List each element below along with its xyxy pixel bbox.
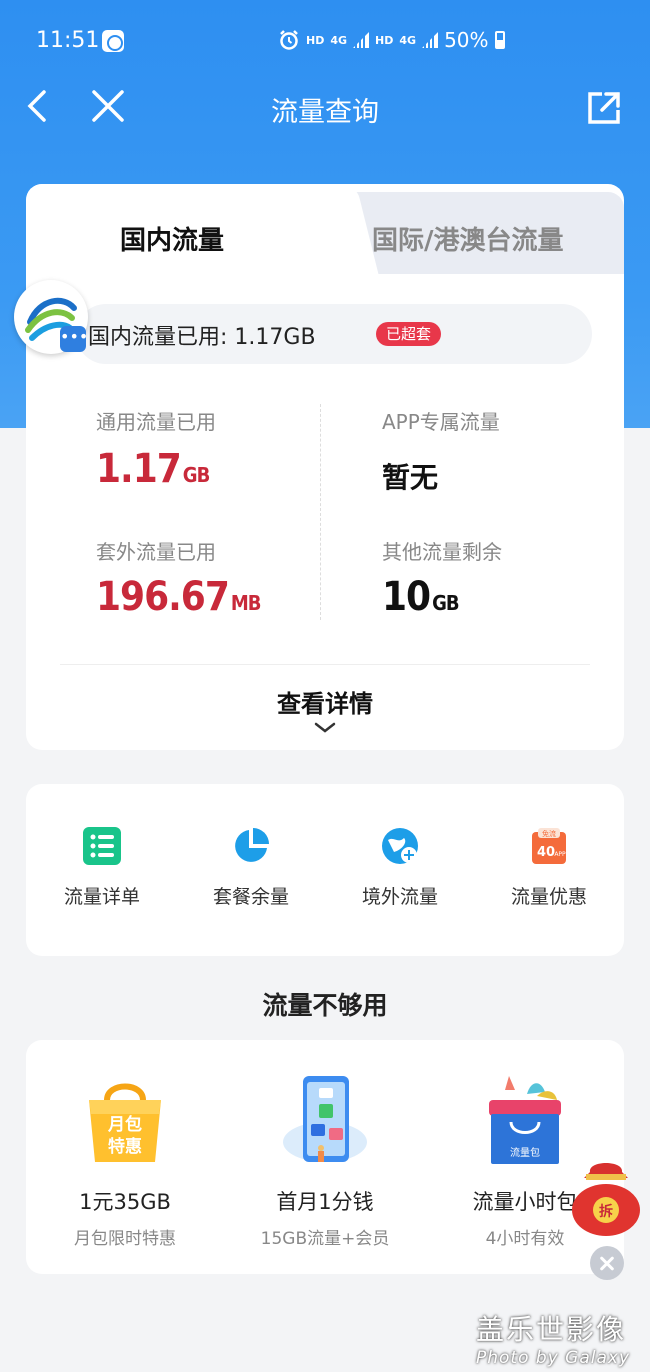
- general-used-number: 1.17: [96, 446, 182, 492]
- shortcut-roaming[interactable]: 境外流量: [340, 826, 460, 909]
- red-packet-button[interactable]: 拆: [568, 1154, 644, 1238]
- signal-icon-2: [422, 32, 439, 48]
- general-used-unit: GB: [182, 463, 211, 487]
- red-packet-icon: 拆: [572, 1163, 640, 1236]
- tab-international-label[interactable]: 国际/港澳台流量: [372, 220, 564, 257]
- extra-used-value: 196.67 MB: [96, 574, 261, 620]
- discount-icon-main-text: 40: [537, 845, 555, 860]
- watermark: 盖乐世影像 Photo by Galaxy: [476, 1308, 646, 1368]
- close-popup-icon[interactable]: [590, 1246, 624, 1280]
- app-exclusive-value: 暂无: [382, 461, 439, 494]
- chat-icon[interactable]: •••: [60, 326, 88, 352]
- battery-percent: 50%: [444, 28, 489, 52]
- shortcut-data-offers[interactable]: 免流 40 APP 流量优惠: [489, 826, 609, 909]
- other-remaining-value: 10 GB: [382, 574, 460, 620]
- general-used-label: 通用流量已用: [96, 410, 216, 434]
- offer-desc: 15GB流量+会员: [260, 1229, 390, 1249]
- shortcut-label: 流量详单: [63, 886, 140, 908]
- phone-apps-icon: [275, 1070, 375, 1170]
- view-details-button[interactable]: 查看详情: [0, 684, 650, 719]
- alarm-icon: [280, 30, 298, 50]
- usage-summary: 国内流量已用: 1.17GB 已超套: [76, 304, 592, 364]
- pie-chart-icon: [231, 826, 271, 866]
- nav-bar: 流量查询: [0, 80, 650, 136]
- status-badge: 已超套: [376, 322, 442, 346]
- stats-divider: [320, 404, 321, 620]
- usage-summary-text: 国内流量已用: 1.17GB: [88, 325, 316, 350]
- page-title: 流量查询: [271, 97, 379, 128]
- section-title: 流量不够用: [262, 991, 388, 1020]
- carrier-app-icon: [102, 30, 124, 52]
- shortcut-label: 流量优惠: [510, 886, 587, 908]
- shortcut-usage-detail[interactable]: 流量详单: [42, 826, 162, 909]
- shortcut-label: 境外流量: [361, 886, 438, 908]
- offer-bag-line1: 月包: [107, 1114, 142, 1135]
- shortcut-label: 套餐余量: [212, 886, 289, 908]
- hd-label-1: HD: [306, 33, 325, 47]
- offer-box-label: 流量包: [510, 1146, 540, 1159]
- shortcut-card: 流量详单 套餐余量 境外流量 免流 40 APP 流量优惠: [26, 784, 624, 956]
- status-bar: 11:51 HD 4G HD 4G 50%: [0, 0, 650, 80]
- tab-bar: 国内流量 国际/港澳台流量: [26, 184, 624, 274]
- tab-domestic-label[interactable]: 国内流量: [120, 220, 224, 257]
- offer-monthly-pack[interactable]: 月包 特惠 1元35GB 月包限时特惠: [30, 1070, 220, 1249]
- other-remaining-label: 其他流量剩余: [382, 540, 502, 564]
- extra-used-label: 套外流量已用: [96, 540, 216, 564]
- discount-tag-icon: 免流 40 APP: [529, 826, 569, 866]
- shortcut-plan-balance[interactable]: 套餐余量: [191, 826, 311, 909]
- globe-plane-icon: [380, 826, 420, 866]
- list-icon: [82, 826, 122, 866]
- detail-divider: [60, 664, 590, 665]
- general-used-value: 1.17 GB: [96, 446, 211, 492]
- watermark-line1: 盖乐世影像: [476, 1313, 627, 1346]
- share-icon[interactable]: [584, 88, 624, 128]
- gift-box-icon: 流量包: [475, 1070, 575, 1170]
- offer-desc: 月包限时特惠: [74, 1229, 176, 1249]
- other-remaining-number: 10: [382, 574, 431, 620]
- offer-name: 首月1分钱: [276, 1190, 374, 1214]
- shopping-bag-icon: 月包 特惠: [75, 1070, 175, 1170]
- extra-used-unit: MB: [230, 591, 262, 615]
- extra-used-number: 196.67: [96, 574, 230, 620]
- discount-icon-top-text: 免流: [542, 829, 556, 838]
- watermark-line2: Photo by Galaxy: [476, 1348, 631, 1368]
- offers-card: 月包 特惠 1元35GB 月包限时特惠 首月1分钱 15GB流量+会员 流量包 流…: [26, 1040, 624, 1274]
- red-packet-label: 拆: [599, 1203, 613, 1220]
- network-label-1: 4G: [330, 33, 348, 47]
- app-exclusive-label: APP专属流量: [382, 410, 500, 434]
- signal-icon-1: [353, 32, 370, 48]
- offer-bag-line2: 特惠: [108, 1136, 142, 1157]
- other-remaining-unit: GB: [432, 591, 460, 615]
- battery-icon: [494, 31, 505, 49]
- network-label-2: 4G: [399, 33, 417, 47]
- hd-label-2: HD: [375, 33, 394, 47]
- status-indicators: HD 4G HD 4G 50%: [278, 28, 505, 52]
- status-time: 11:51: [36, 28, 100, 53]
- offer-first-month[interactable]: 首月1分钱 15GB流量+会员: [230, 1070, 420, 1249]
- chevron-down-icon[interactable]: [314, 722, 336, 734]
- discount-icon-sub-text: APP: [554, 851, 566, 858]
- offer-name: 1元35GB: [79, 1190, 171, 1214]
